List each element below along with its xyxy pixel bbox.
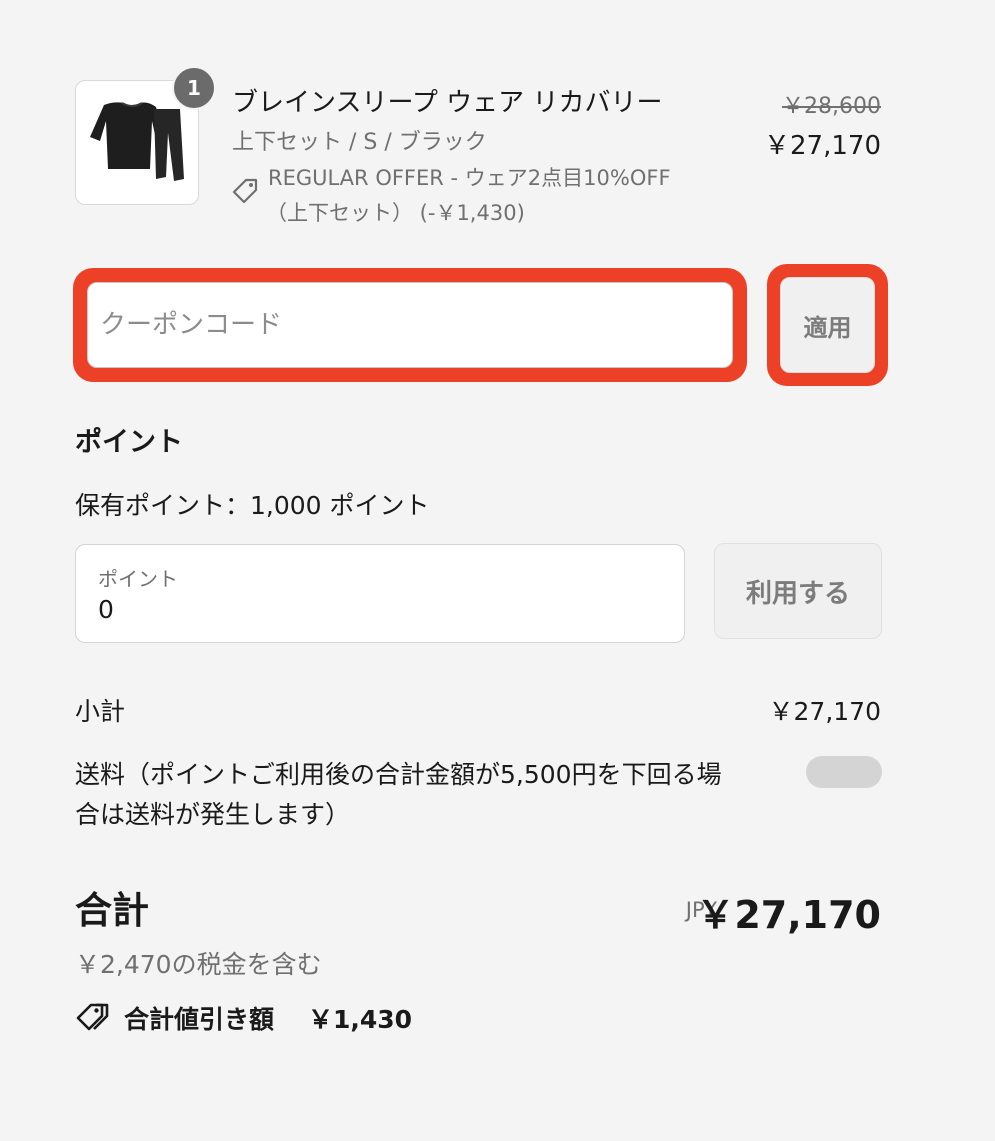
current-price: ￥27,170 bbox=[764, 131, 881, 161]
shipping-label-line-1: 送料（ポイントご利用後の合計金額が5,500円を下回る場 bbox=[75, 760, 722, 789]
points-input-label: ポイント bbox=[98, 567, 178, 591]
points-input-value[interactable]: 0 bbox=[98, 595, 114, 624]
product-variant: 上下セット / S / ブラック bbox=[232, 130, 487, 155]
points-heading: ポイント bbox=[75, 427, 183, 458]
shipping-label-line-2: 合は送料が発生します） bbox=[75, 800, 351, 829]
subtotal-value: ￥27,170 bbox=[768, 697, 881, 726]
product-name: ブレインスリープ ウェア リカバリー bbox=[232, 88, 663, 118]
offer-line-1: REGULAR OFFER - ウェア2点目10%OFF bbox=[268, 166, 671, 190]
pajama-set-image bbox=[90, 102, 184, 181]
discount-tag-icon bbox=[75, 1002, 109, 1036]
tag-icon bbox=[232, 178, 258, 208]
shipping-label: 送料（ポイントご利用後の合計金額が5,500円を下回る場 合は送料が発生します） bbox=[75, 755, 815, 835]
offer-line-2: （上下セット） (-￥1,430) bbox=[266, 201, 525, 225]
subtotal-label: 小計 bbox=[75, 697, 126, 726]
use-points-button[interactable]: 利用する bbox=[714, 543, 882, 639]
apply-coupon-button[interactable]: 適用 bbox=[780, 277, 875, 373]
shipping-value-placeholder bbox=[806, 756, 882, 788]
tax-included-text: ￥2,470の税金を含む bbox=[75, 950, 322, 979]
points-balance: 保有ポイント：1,000 ポイント bbox=[75, 491, 430, 520]
points-input[interactable]: ポイント 0 bbox=[75, 544, 685, 643]
coupon-highlight bbox=[73, 268, 747, 382]
coupon-code-input[interactable] bbox=[87, 282, 733, 368]
total-discount-value: ￥1,430 bbox=[308, 1005, 413, 1034]
offer-text: REGULAR OFFER - ウェア2点目10%OFF （上下セット） (-￥… bbox=[266, 161, 738, 231]
total-value: ￥27,170 bbox=[696, 893, 881, 937]
apply-highlight: 適用 bbox=[767, 264, 888, 386]
total-discount-label: 合計値引き額 bbox=[124, 1005, 275, 1034]
original-price: ￥28,600 bbox=[782, 94, 881, 119]
quantity-badge: 1 bbox=[172, 66, 216, 110]
total-label: 合計 bbox=[75, 889, 149, 932]
